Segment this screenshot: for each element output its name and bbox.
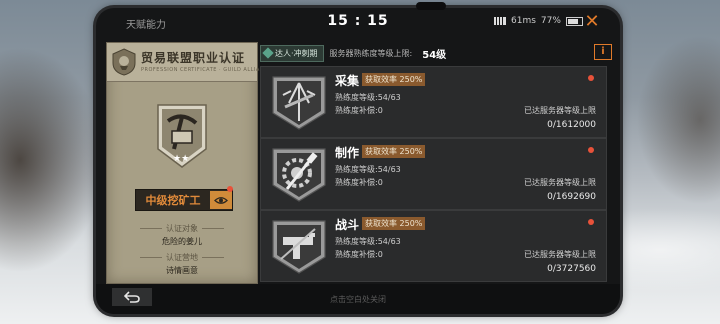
- skill-compensation: 熟练度补偿:0: [335, 106, 383, 115]
- close-hint: 点击空白处关闭: [330, 295, 386, 304]
- notification-dot: [588, 147, 594, 153]
- skill-cap-status: 已达服务器等级上限: [524, 106, 596, 115]
- skill-level: 熟练度等级:54/63: [335, 93, 401, 102]
- skill-xp: 0/3727560: [547, 264, 596, 274]
- certificate-header: 贸易联盟职业认证 PROFESSION CERTIFICATE · GUILD …: [107, 43, 271, 82]
- certificate-title: 贸易联盟职业认证: [141, 51, 246, 65]
- rank-stars: ★★: [173, 154, 189, 164]
- skill-row-gathering[interactable]: 采集 获取效率 250% 熟练度等级:54/63 熟练度补偿:0 已达服务器等级…: [260, 66, 607, 138]
- efficiency-badge: 获取效率 250%: [362, 73, 426, 86]
- skill-xp: 0/1612000: [547, 120, 596, 130]
- status-bar: 天赋能力 15 : 15 61ms 77% ✕: [96, 8, 620, 36]
- notification-dot: [588, 219, 594, 225]
- notification-dot: [588, 75, 594, 81]
- cert-target-label: 认证对象: [107, 223, 257, 234]
- rank-label: 中级挖矿工: [145, 194, 201, 207]
- certificate-card: 贸易联盟职业认证 PROFESSION CERTIFICATE · GUILD …: [106, 42, 271, 284]
- pickaxe-emblem-icon: ★★: [157, 104, 207, 168]
- skill-name: 制作: [335, 146, 360, 160]
- certificate-subtitle: PROFESSION CERTIFICATE · GUILD ALLIANCE: [141, 67, 272, 73]
- status-indicators: 61ms 77%: [494, 16, 583, 26]
- efficiency-badge: 获取效率 250%: [362, 217, 426, 230]
- certificate-info: 认证对象 危险的姜儿 认证营地 诗情画意: [107, 223, 257, 281]
- server-cap-bar: 达人·冲刺期 服务器熟练度等级上限: 54级 i: [260, 42, 612, 64]
- cert-place-value: 诗情画意: [166, 266, 198, 275]
- phone-panel: 天赋能力 15 : 15 61ms 77% ✕ 贸易联盟职业认证 PROFESS…: [96, 2, 620, 314]
- bottom-bar: 点击空白处关闭: [96, 284, 620, 314]
- server-cap-label: 服务器熟练度等级上限:: [329, 48, 413, 58]
- skill-cap-status: 已达服务器等级上限: [524, 250, 596, 259]
- skill-name: 战斗: [335, 218, 360, 232]
- signal-icon: [494, 17, 506, 25]
- info-icon[interactable]: i: [594, 44, 612, 60]
- latency-text: 61ms: [511, 16, 536, 26]
- rank-notification-dot: [227, 186, 233, 192]
- talent-tag[interactable]: 达人·冲刺期: [260, 44, 324, 62]
- skill-row-combat[interactable]: 战斗 获取效率 250% 熟练度等级:54/63 熟练度补偿:0 已达服务器等级…: [260, 210, 607, 282]
- battery-text: 77%: [540, 16, 561, 26]
- efficiency-badge: 获取效率 250%: [362, 145, 426, 158]
- gathering-icon: [272, 76, 326, 130]
- combat-icon: [272, 220, 326, 274]
- skill-cap-status: 已达服务器等级上限: [524, 178, 596, 187]
- diamond-icon: [262, 47, 274, 59]
- cert-target-value: 危险的姜儿: [162, 237, 202, 246]
- server-cap-value: 54级: [422, 49, 447, 61]
- skill-row-crafting[interactable]: 制作 获取效率 250% 熟练度等级:54/63 熟练度补偿:0 已达服务器等级…: [260, 138, 607, 210]
- talent-tag-label: 达人·冲刺期: [275, 48, 318, 58]
- guild-logo-icon: [112, 48, 136, 76]
- skill-level: 熟练度等级:54/63: [335, 165, 401, 174]
- skill-compensation: 熟练度补偿:0: [335, 250, 383, 259]
- skill-level: 熟练度等级:54/63: [335, 237, 401, 246]
- skill-xp: 0/1692690: [547, 192, 596, 202]
- battery-icon: [565, 16, 583, 26]
- rank-display[interactable]: 中级挖矿工: [135, 189, 233, 211]
- skill-name: 采集: [335, 74, 360, 88]
- crafting-icon: [272, 148, 326, 202]
- close-icon[interactable]: ✕: [582, 12, 602, 32]
- cert-place-label: 认证营地: [107, 252, 257, 263]
- skill-compensation: 熟练度补偿:0: [335, 178, 383, 187]
- eye-icon[interactable]: [210, 191, 232, 209]
